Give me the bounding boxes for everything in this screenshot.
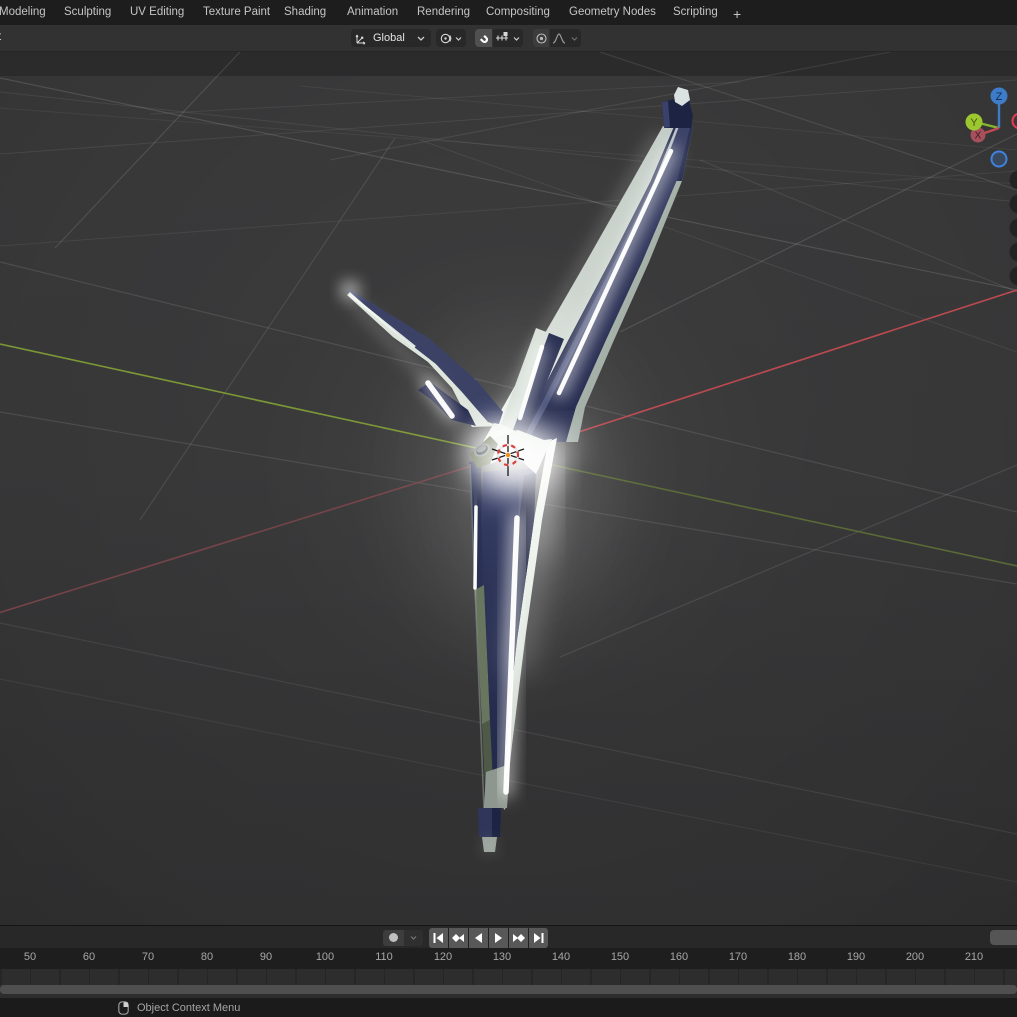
svg-text:Y: Y	[970, 117, 978, 129]
svg-text:Z: Z	[996, 91, 1003, 103]
svg-text:X: X	[975, 131, 982, 142]
